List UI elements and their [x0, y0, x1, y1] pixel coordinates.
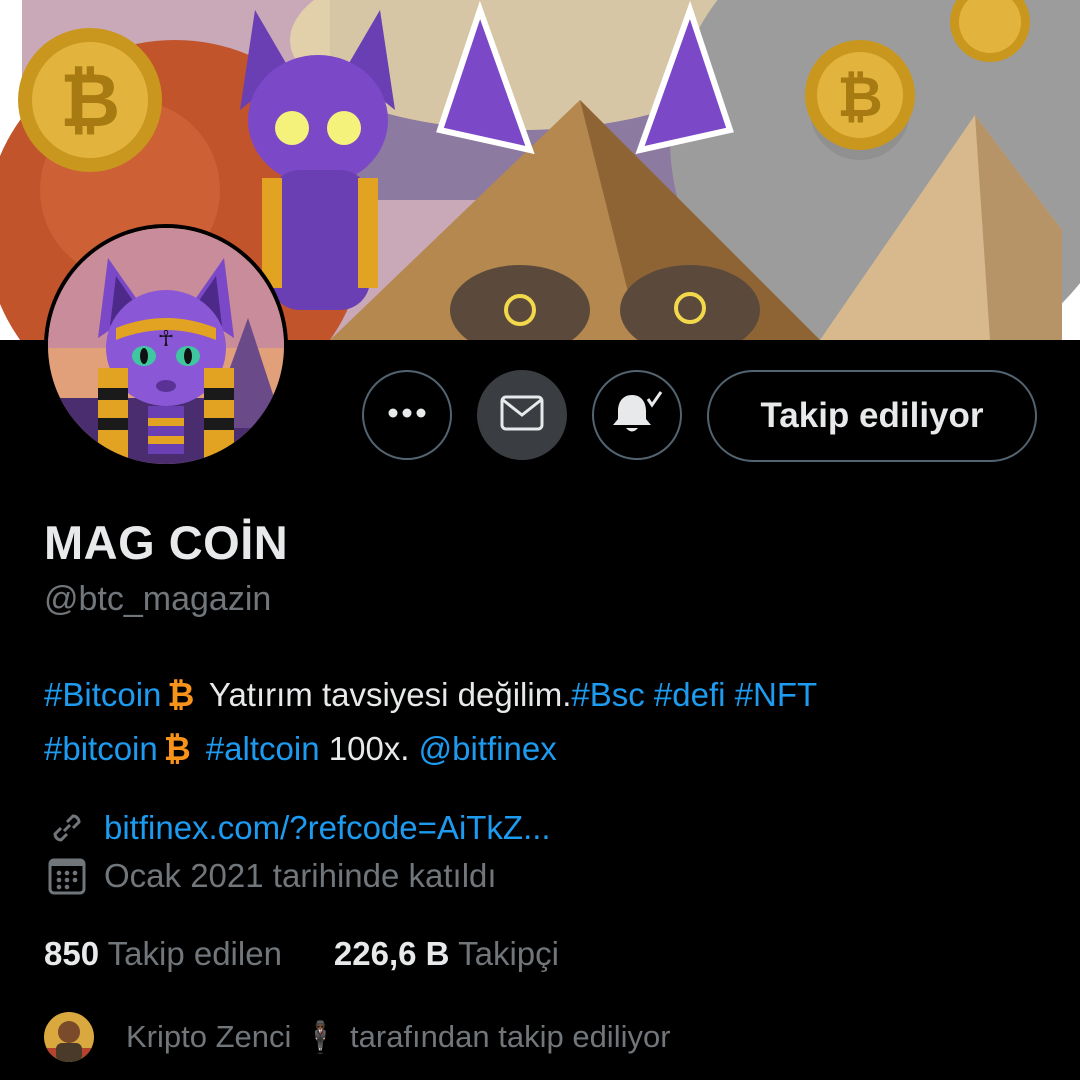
- notification-bell-icon: [610, 389, 664, 442]
- profile-actions: Takip ediliyor: [0, 370, 1080, 464]
- calendar-icon: [44, 853, 90, 899]
- followers-count: 226,6 B: [333, 935, 450, 972]
- more-button[interactable]: [362, 370, 452, 460]
- profile-joined-date: Ocak 2021 tarihinde katıldı: [44, 853, 497, 899]
- bio-text: Yatırım tavsiyesi değilim.: [208, 676, 572, 713]
- followers-stat[interactable]: 226,6 B Takipçi: [334, 935, 559, 973]
- bitcoin-emoji: ₿: [163, 730, 191, 767]
- website-link[interactable]: bitfinex.com/?refcode=AiTkZ...: [104, 809, 551, 847]
- hashtag-link[interactable]: #NFT: [735, 676, 818, 713]
- svg-text:☥: ☥: [158, 327, 174, 352]
- hashtag-link[interactable]: #Bitcoin: [44, 676, 161, 713]
- mention-link[interactable]: @bitfinex: [419, 730, 557, 767]
- hashtag-link[interactable]: #bitcoin: [44, 730, 158, 767]
- profile-name: MAG COİN: [44, 516, 289, 569]
- followers-label: Takipçi: [458, 935, 559, 972]
- profile-bio: #Bitcoin ₿ Yatırım tavsiyesi değilim.#Bsc…: [44, 668, 1044, 776]
- bitcoin-emoji: ₿: [167, 676, 195, 713]
- hashtag-link[interactable]: #Bsc: [571, 676, 644, 713]
- follower-emoji: 🕴🏾: [301, 1019, 341, 1056]
- link-icon: [44, 805, 90, 851]
- profile-website: bitfinex.com/?refcode=AiTkZ...: [44, 805, 551, 851]
- followed-by-suffix: tarafından takip ediliyor: [350, 1019, 671, 1054]
- following-count: 850: [44, 935, 100, 972]
- notifications-button[interactable]: [592, 370, 682, 460]
- svg-text:₿: ₿: [837, 65, 883, 130]
- hashtag-link[interactable]: #defi: [654, 676, 726, 713]
- message-button[interactable]: [477, 370, 567, 460]
- follow-stats: 850 Takip edilen 226,6 B Takipçi: [44, 935, 611, 973]
- bitcoin-coin-icon: ₿: [18, 28, 162, 172]
- hashtag-link[interactable]: #altcoin: [206, 730, 320, 767]
- followed-by[interactable]: Kripto Zenci 🕴🏾 tarafından takip ediliyo…: [44, 1012, 671, 1062]
- following-button[interactable]: Takip ediliyor: [707, 370, 1037, 462]
- profile-handle: @btc_magazin: [44, 580, 272, 618]
- following-label: Takip edilen: [107, 935, 282, 972]
- svg-text:₿: ₿: [60, 58, 120, 144]
- more-icon: [387, 406, 427, 424]
- following-stat[interactable]: 850 Takip edilen: [44, 935, 282, 973]
- bio-text: 100x.: [328, 730, 410, 767]
- follower-name: Kripto Zenci: [126, 1019, 292, 1054]
- mail-icon: [500, 395, 544, 436]
- joined-text: Ocak 2021 tarihinde katıldı: [104, 857, 497, 894]
- follower-avatar: [44, 1012, 94, 1062]
